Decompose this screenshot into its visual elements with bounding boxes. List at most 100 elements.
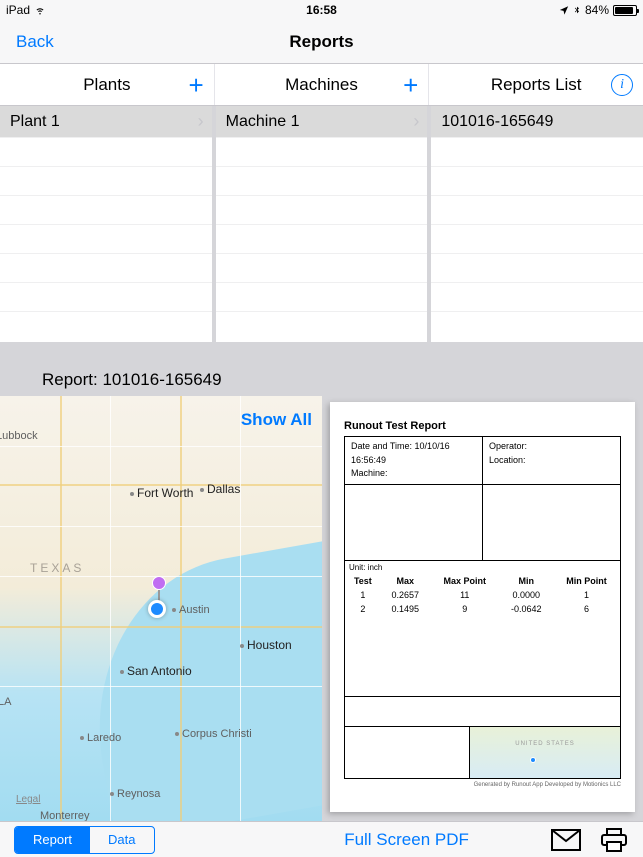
fullscreen-pdf-button[interactable]: Full Screen PDF [344,830,469,850]
chevron-right-icon: › [198,111,204,132]
list-item [216,138,428,167]
print-icon[interactable] [599,828,629,852]
plant-row[interactable]: Plant 1 › [0,106,212,138]
road [0,626,322,628]
city-corpus: Corpus Christi [175,728,252,740]
add-plant-button[interactable]: + [188,72,203,98]
city-dallas: Dallas [200,482,240,496]
city-fortworth: Fort Worth [130,486,193,500]
report-title-bar: Report: 101016-165649 [0,362,643,396]
pdf-meta-left: Date and Time: 10/10/16 16:56:49 Machine… [345,437,483,484]
list-item [216,225,428,254]
lower-section: TEXAS Lubbock Fort Worth Dallas Austin H… [0,396,643,821]
table-row: 20.14959-0.06426 [345,602,620,616]
show-all-button[interactable]: Show All [241,410,312,430]
state-label: TEXAS [30,561,84,575]
chevron-right-icon: › [413,111,419,132]
road [0,446,322,447]
legal-link[interactable]: Legal [16,794,40,805]
list-item [216,167,428,196]
plant-label: Plant 1 [10,113,60,131]
mini-map-label: UNITED STATES [470,741,620,747]
pdf-meta-right: Operator: Location: [483,437,620,484]
pdf-table-wrap: Unit: inch TestMaxMax PointMinMin Point … [344,561,621,697]
machines-header-label: Machines [285,75,358,95]
list-item [431,138,643,167]
map-pin-icon [152,576,166,602]
list-item [216,196,428,225]
city-austin: Austin [172,604,210,616]
machines-column: Machine 1 › [216,106,432,342]
user-location-icon [148,600,166,618]
reports-header: Reports List i [429,64,643,105]
list-item [0,254,212,283]
list-item [0,138,212,167]
column-bodies: Plant 1 › Machine 1 › 101016-165649 [0,106,643,342]
list-item [0,196,212,225]
toolbar: Report Data Full Screen PDF [0,821,643,857]
column-headers: Plants + Machines + Reports List i [0,64,643,106]
list-item [431,283,643,312]
city-la: LA [0,696,11,708]
list-item [0,225,212,254]
page-title: Reports [289,32,353,52]
city-laredo: Laredo [80,732,121,744]
pdf-map-row: UNITED STATES [344,727,621,779]
road [110,396,111,821]
map-pane[interactable]: TEXAS Lubbock Fort Worth Dallas Austin H… [0,396,322,821]
report-row[interactable]: 101016-165649 [431,106,643,138]
pdf-footer: Generated by Runout App Developed by Mot… [344,782,621,788]
machine-label: Machine 1 [226,113,300,131]
list-item [0,167,212,196]
report-label: 101016-165649 [441,113,553,131]
reports-column: 101016-165649 [431,106,643,342]
machine-row[interactable]: Machine 1 › [216,106,428,138]
report-title: Report: 101016-165649 [42,370,222,390]
road [0,686,322,687]
road [60,396,62,821]
table-row: TestMaxMax PointMinMin Point [345,574,620,588]
segmented-control: Report Data [14,826,155,854]
city-lubbock: Lubbock [0,430,38,442]
city-reynosa: Reynosa [110,788,160,800]
reports-header-label: Reports List [491,75,582,95]
plants-column: Plant 1 › [0,106,216,342]
plants-header: Plants + [0,64,215,105]
status-bar: iPad 16:58 84% [0,0,643,20]
plants-header-label: Plants [83,75,130,95]
seg-report[interactable]: Report [15,827,90,853]
pdf-spacer [344,697,621,727]
nav-bar: Back Reports [0,20,643,64]
list-item [216,283,428,312]
email-icon[interactable] [551,828,581,852]
water [71,540,322,821]
city-houston: Houston [240,638,292,652]
reports-info-button[interactable]: i [611,74,633,96]
mini-map-dot-icon [530,757,536,763]
pdf-meta-box: Date and Time: 10/10/16 16:56:49 Machine… [344,436,621,561]
pdf-mini-map: UNITED STATES [470,727,620,778]
list-item [431,254,643,283]
pdf-pane: Runout Test Report Date and Time: 10/10/… [322,396,643,821]
battery-icon [613,5,637,16]
seg-data[interactable]: Data [90,827,153,853]
machines-header: Machines + [215,64,430,105]
pdf-unit: Unit: inch [345,561,620,574]
divider [0,342,643,362]
list-item [431,225,643,254]
list-item [0,283,212,312]
pdf-page[interactable]: Runout Test Report Date and Time: 10/10/… [330,402,635,812]
city-monterrey: Monterrey [40,810,90,821]
add-machine-button[interactable]: + [403,72,418,98]
list-item [431,167,643,196]
road [0,526,322,527]
pdf-title: Runout Test Report [344,420,621,432]
road [240,396,241,821]
list-item [431,196,643,225]
clock: 16:58 [0,3,643,17]
table-row: 10.2657110.00001 [345,588,620,602]
back-button[interactable]: Back [16,32,54,52]
list-item [216,254,428,283]
city-sanantonio: San Antonio [120,664,192,678]
pdf-table: TestMaxMax PointMinMin Point 10.2657110.… [345,574,620,616]
